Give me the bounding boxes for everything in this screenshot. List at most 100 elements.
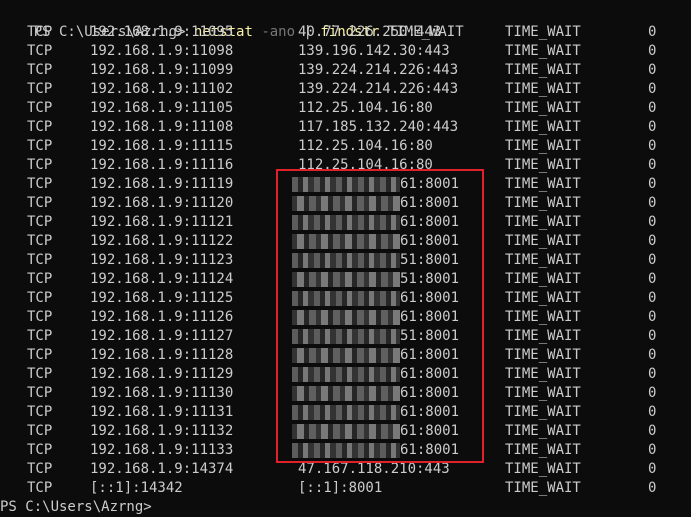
local-address-cell: 192.168.1.9:11099 bbox=[90, 62, 234, 78]
local-address-cell: 192.168.1.9:11132 bbox=[90, 423, 234, 439]
foreign-address-cell: 61:8001 bbox=[400, 347, 460, 363]
foreign-address-cell: 61:8001 bbox=[400, 309, 460, 325]
table-row: TCP [::1]:14342 [::1]:8001 TIME_WAIT 0 bbox=[0, 479, 691, 498]
pid-cell: 0 bbox=[648, 81, 657, 97]
pid-cell: 0 bbox=[648, 309, 657, 325]
state-cell: TIME_WAIT bbox=[505, 480, 581, 496]
state-cell: TIME_WAIT bbox=[505, 328, 581, 344]
pid-cell: 0 bbox=[648, 271, 657, 287]
redacted-region bbox=[292, 272, 400, 287]
local-address-cell: 192.168.1.9:11130 bbox=[90, 385, 234, 401]
protocol-cell: TCP bbox=[27, 423, 53, 439]
redacted-region bbox=[292, 177, 400, 192]
foreign-address-cell: 40.77.226.250:443 bbox=[298, 24, 442, 40]
protocol-cell: TCP bbox=[27, 176, 53, 192]
pid-cell: 0 bbox=[648, 214, 657, 230]
state-cell: TIME_WAIT bbox=[505, 423, 581, 439]
foreign-address-cell: 51:8001 bbox=[400, 328, 460, 344]
state-cell: TIME_WAIT bbox=[505, 214, 581, 230]
protocol-cell: TCP bbox=[27, 233, 53, 249]
pid-cell: 0 bbox=[648, 328, 657, 344]
foreign-address-cell: 61:8001 bbox=[400, 385, 460, 401]
redacted-region bbox=[292, 367, 400, 382]
state-cell: TIME_WAIT bbox=[505, 461, 581, 477]
next-prompt: PS C:\Users\Azrng> bbox=[0, 499, 152, 515]
local-address-cell: 192.168.1.9:14374 bbox=[90, 461, 234, 477]
table-row: TCP 192.168.1.9:11125 61:8001 TIME_WAIT 0 bbox=[0, 289, 691, 308]
pid-cell: 0 bbox=[648, 195, 657, 211]
table-row: TCP 192.168.1.9:11121 61:8001 TIME_WAIT 0 bbox=[0, 213, 691, 232]
local-address-cell: 192.168.1.9:11105 bbox=[90, 100, 234, 116]
protocol-cell: TCP bbox=[27, 100, 53, 116]
protocol-cell: TCP bbox=[27, 195, 53, 211]
foreign-address-cell: 61:8001 bbox=[400, 176, 460, 192]
table-row: TCP 192.168.1.9:11127 51:8001 TIME_WAIT 0 bbox=[0, 327, 691, 346]
redacted-region bbox=[292, 310, 400, 325]
redacted-region bbox=[292, 253, 400, 268]
command-line: PS C:\Users\Azrng> netstat -ano | findst… bbox=[0, 4, 691, 40]
foreign-address-cell: 51:8001 bbox=[400, 271, 460, 287]
local-address-cell: [::1]:14342 bbox=[90, 480, 183, 496]
foreign-address-cell: 139.224.214.226:443 bbox=[298, 62, 459, 78]
protocol-cell: TCP bbox=[27, 271, 53, 287]
protocol-cell: TCP bbox=[27, 385, 53, 401]
state-cell: TIME_WAIT bbox=[505, 119, 581, 135]
protocol-cell: TCP bbox=[27, 442, 53, 458]
foreign-address-cell: 61:8001 bbox=[400, 442, 460, 458]
pid-cell: 0 bbox=[648, 290, 657, 306]
state-cell: TIME_WAIT bbox=[505, 442, 581, 458]
state-cell: TIME_WAIT bbox=[505, 404, 581, 420]
table-row: TCP 192.168.1.9:11122 61:8001 TIME_WAIT 0 bbox=[0, 232, 691, 251]
protocol-cell: TCP bbox=[27, 328, 53, 344]
state-cell: TIME_WAIT bbox=[505, 195, 581, 211]
local-address-cell: 192.168.1.9:11127 bbox=[90, 328, 234, 344]
state-cell: TIME_WAIT bbox=[505, 290, 581, 306]
pid-cell: 0 bbox=[648, 233, 657, 249]
local-address-cell: 192.168.1.9:11095 bbox=[90, 24, 234, 40]
local-address-cell: 192.168.1.9:11116 bbox=[90, 157, 234, 173]
foreign-address-cell: 61:8001 bbox=[400, 233, 460, 249]
redacted-region bbox=[292, 443, 400, 458]
local-address-cell: 192.168.1.9:11124 bbox=[90, 271, 234, 287]
state-cell: TIME_WAIT bbox=[505, 309, 581, 325]
pid-cell: 0 bbox=[648, 24, 657, 40]
state-cell: TIME_WAIT bbox=[505, 347, 581, 363]
table-row: TCP 192.168.1.9:11102 139.224.214.226:443 T… bbox=[0, 80, 691, 99]
table-row: TCP 192.168.1.9:11133 61:8001 TIME_WAIT 0 bbox=[0, 441, 691, 460]
table-row: TCP 192.168.1.9:11115 112.25.104.16:80 TIME… bbox=[0, 137, 691, 156]
local-address-cell: 192.168.1.9:11133 bbox=[90, 442, 234, 458]
local-address-cell: 192.168.1.9:11122 bbox=[90, 233, 234, 249]
protocol-cell: TCP bbox=[27, 62, 53, 78]
terminal-window[interactable]: PS C:\Users\Azrng> netstat -ano | findst… bbox=[0, 0, 691, 515]
local-address-cell: 192.168.1.9:11126 bbox=[90, 309, 234, 325]
redacted-region bbox=[292, 215, 400, 230]
foreign-address-cell: 139.224.214.226:443 bbox=[298, 81, 459, 97]
table-row: TCP 192.168.1.9:14374 47.167.118.210:443 TI… bbox=[0, 460, 691, 479]
state-cell: TIME_WAIT bbox=[505, 81, 581, 97]
state-cell: TIME_WAIT bbox=[505, 176, 581, 192]
protocol-cell: TCP bbox=[27, 214, 53, 230]
foreign-address-cell: 61:8001 bbox=[400, 423, 460, 439]
pid-cell: 0 bbox=[648, 157, 657, 173]
foreign-address-cell: 117.185.132.240:443 bbox=[298, 119, 459, 135]
pid-cell: 0 bbox=[648, 480, 657, 496]
redacted-region bbox=[292, 291, 400, 306]
protocol-cell: TCP bbox=[27, 43, 53, 59]
table-row: TCP 192.168.1.9:11123 51:8001 TIME_WAIT 0 bbox=[0, 251, 691, 270]
protocol-cell: TCP bbox=[27, 366, 53, 382]
pid-cell: 0 bbox=[648, 442, 657, 458]
protocol-cell: TCP bbox=[27, 157, 53, 173]
foreign-address-cell: 47.167.118.210:443 bbox=[298, 461, 450, 477]
protocol-cell: TCP bbox=[27, 347, 53, 363]
foreign-address-cell: 51:8001 bbox=[400, 252, 460, 268]
state-cell: TIME_WAIT bbox=[505, 252, 581, 268]
protocol-cell: TCP bbox=[27, 24, 53, 40]
state-cell: TIME_WAIT bbox=[505, 62, 581, 78]
state-cell: TIME_WAIT bbox=[505, 233, 581, 249]
local-address-cell: 192.168.1.9:11120 bbox=[90, 195, 234, 211]
local-address-cell: 192.168.1.9:11125 bbox=[90, 290, 234, 306]
protocol-cell: TCP bbox=[27, 119, 53, 135]
state-cell: TIME_WAIT bbox=[505, 157, 581, 173]
protocol-cell: TCP bbox=[27, 404, 53, 420]
local-address-cell: 192.168.1.9:11108 bbox=[90, 119, 234, 135]
